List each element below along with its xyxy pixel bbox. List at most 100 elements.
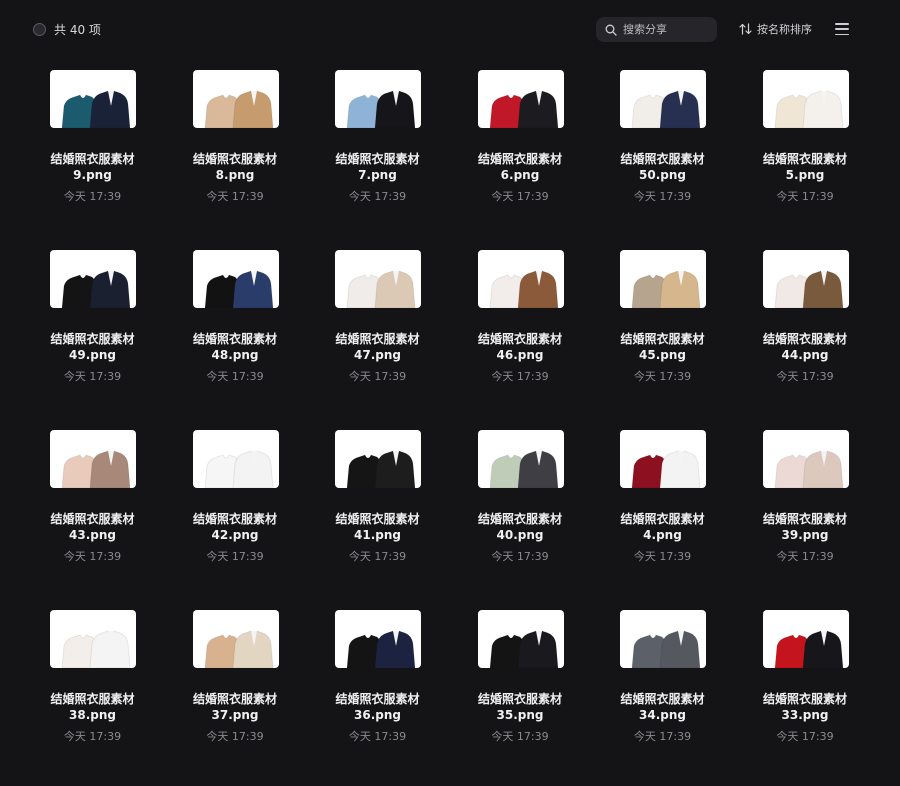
file-item[interactable]: 结婚照衣服素材 40.png 今天 17:39 (449, 426, 592, 606)
file-thumbnail[interactable] (762, 70, 849, 128)
file-thumbnail[interactable] (620, 610, 706, 668)
radio-circle-icon[interactable] (33, 23, 46, 36)
file-thumbnail[interactable] (50, 610, 136, 668)
file-item[interactable]: 结婚照衣服素材 8.png 今天 17:39 (164, 66, 307, 246)
file-thumbnail[interactable] (335, 70, 421, 128)
select-all-toggle[interactable]: 共 40 项 (33, 21, 101, 38)
clothing-image-icon (346, 270, 416, 308)
file-item[interactable]: 结婚照衣服素材 33.png 今天 17:39 (734, 606, 877, 786)
clothing-image-icon (488, 630, 559, 668)
file-item[interactable]: 结婚照衣服素材 34.png 今天 17:39 (591, 606, 734, 786)
file-thumbnail[interactable] (192, 250, 279, 308)
file-item[interactable]: 结婚照衣服素材 35.png 今天 17:39 (449, 606, 592, 786)
file-name-suffix: 47.png (354, 348, 401, 362)
file-timestamp: 今天 17:39 (206, 370, 264, 383)
file-name-suffix: 35.png (496, 708, 544, 722)
file-thumbnail[interactable] (620, 250, 706, 308)
file-name-suffix: 49.png (69, 348, 116, 362)
clothing-image-icon (631, 630, 701, 668)
file-name: 结婚照衣服素材 (477, 332, 562, 346)
file-thumbnail[interactable] (477, 250, 564, 308)
file-name: 结婚照衣服素材 (335, 152, 420, 166)
file-item[interactable]: 结婚照衣服素材 44.png 今天 17:39 (734, 246, 877, 426)
file-name: 结婚照衣服素材 (620, 512, 705, 526)
file-item[interactable]: 结婚照衣服素材 47.png 今天 17:39 (306, 246, 449, 426)
file-thumbnail[interactable] (477, 430, 564, 488)
file-item[interactable]: 结婚照衣服素材 4.png 今天 17:39 (591, 426, 734, 606)
file-name-suffix: 43.png (69, 528, 116, 542)
file-item[interactable]: 结婚照衣服素材 43.png 今天 17:39 (21, 426, 164, 606)
file-name-suffix: 5.png (785, 168, 825, 182)
file-name-suffix: 40.png (496, 528, 544, 542)
file-item[interactable]: 结婚照衣服素材 9.png 今天 17:39 (21, 66, 164, 246)
file-name-suffix: 36.png (354, 708, 401, 722)
file-timestamp: 今天 17:39 (63, 730, 122, 743)
file-thumbnail[interactable] (335, 610, 421, 668)
file-thumbnail[interactable] (477, 610, 564, 668)
file-name: 结婚照衣服素材 (620, 152, 705, 166)
file-timestamp: 今天 17:39 (348, 550, 407, 563)
file-name: 结婚照衣服素材 (192, 332, 277, 346)
clothing-image-icon (203, 630, 274, 668)
file-name: 结婚照衣服素材 (762, 332, 847, 346)
file-name: 结婚照衣服素材 (50, 692, 135, 706)
file-thumbnail[interactable] (335, 250, 421, 308)
file-item[interactable]: 结婚照衣服素材 48.png 今天 17:39 (164, 246, 307, 426)
file-thumbnail[interactable] (762, 250, 849, 308)
file-thumbnail[interactable] (335, 430, 421, 488)
file-timestamp: 今天 17:39 (776, 190, 834, 203)
clothing-image-icon (346, 450, 416, 488)
file-item[interactable]: 结婚照衣服素材 39.png 今天 17:39 (734, 426, 877, 606)
file-name-suffix: 39.png (781, 528, 829, 542)
search-box[interactable] (596, 17, 717, 42)
file-thumbnail[interactable] (762, 610, 849, 668)
file-item[interactable]: 结婚照衣服素材 50.png 今天 17:39 (591, 66, 734, 246)
clothing-image-icon (773, 630, 844, 668)
file-item[interactable]: 结婚照衣服素材 38.png 今天 17:39 (21, 606, 164, 786)
file-name-suffix: 6.png (500, 168, 540, 182)
file-item[interactable]: 结婚照衣服素材 45.png 今天 17:39 (591, 246, 734, 426)
file-item[interactable]: 结婚照衣服素材 5.png 今天 17:39 (734, 66, 877, 246)
file-thumbnail[interactable] (192, 70, 279, 128)
file-name: 结婚照衣服素材 (335, 692, 420, 706)
file-timestamp: 今天 17:39 (633, 730, 692, 743)
clothing-image-icon (346, 90, 416, 128)
file-thumbnail[interactable] (620, 70, 706, 128)
file-item[interactable]: 结婚照衣服素材 37.png 今天 17:39 (164, 606, 307, 786)
toolbar: 共 40 项 按名称排序 (0, 0, 900, 58)
file-timestamp: 今天 17:39 (206, 190, 264, 203)
file-name: 结婚照衣服素材 (192, 692, 277, 706)
file-name-suffix: 9.png (73, 168, 112, 182)
file-thumbnail[interactable] (620, 430, 706, 488)
file-name-suffix: 38.png (69, 708, 116, 722)
file-name-suffix: 8.png (215, 168, 255, 182)
file-thumbnail[interactable] (762, 430, 849, 488)
file-timestamp: 今天 17:39 (776, 730, 834, 743)
file-item[interactable]: 结婚照衣服素材 42.png 今天 17:39 (164, 426, 307, 606)
file-item[interactable]: 结婚照衣服素材 7.png 今天 17:39 (306, 66, 449, 246)
file-timestamp: 今天 17:39 (776, 370, 834, 383)
sort-button[interactable]: 按名称排序 (739, 21, 812, 37)
file-thumbnail[interactable] (50, 430, 136, 488)
file-name: 结婚照衣服素材 (335, 512, 420, 526)
file-thumbnail[interactable] (50, 250, 136, 308)
file-item[interactable]: 结婚照衣服素材 6.png 今天 17:39 (449, 66, 592, 246)
file-item[interactable]: 结婚照衣服素材 41.png 今天 17:39 (306, 426, 449, 606)
clothing-image-icon (773, 450, 844, 488)
file-thumbnail[interactable] (477, 70, 564, 128)
file-thumbnail[interactable] (50, 70, 136, 128)
file-timestamp: 今天 17:39 (206, 730, 264, 743)
clothing-image-icon (631, 90, 701, 128)
file-timestamp: 今天 17:39 (63, 190, 122, 203)
clothing-image-icon (61, 270, 131, 308)
file-name-suffix: 45.png (639, 348, 686, 362)
file-name: 结婚照衣服素材 (477, 692, 562, 706)
file-thumbnail[interactable] (192, 610, 279, 668)
file-thumbnail[interactable] (192, 430, 279, 488)
file-item[interactable]: 结婚照衣服素材 49.png 今天 17:39 (21, 246, 164, 426)
search-input[interactable] (623, 23, 709, 36)
file-name: 结婚照衣服素材 (192, 512, 277, 526)
file-item[interactable]: 结婚照衣服素材 36.png 今天 17:39 (306, 606, 449, 786)
file-item[interactable]: 结婚照衣服素材 46.png 今天 17:39 (449, 246, 592, 426)
hamburger-menu-icon[interactable] (835, 23, 849, 35)
